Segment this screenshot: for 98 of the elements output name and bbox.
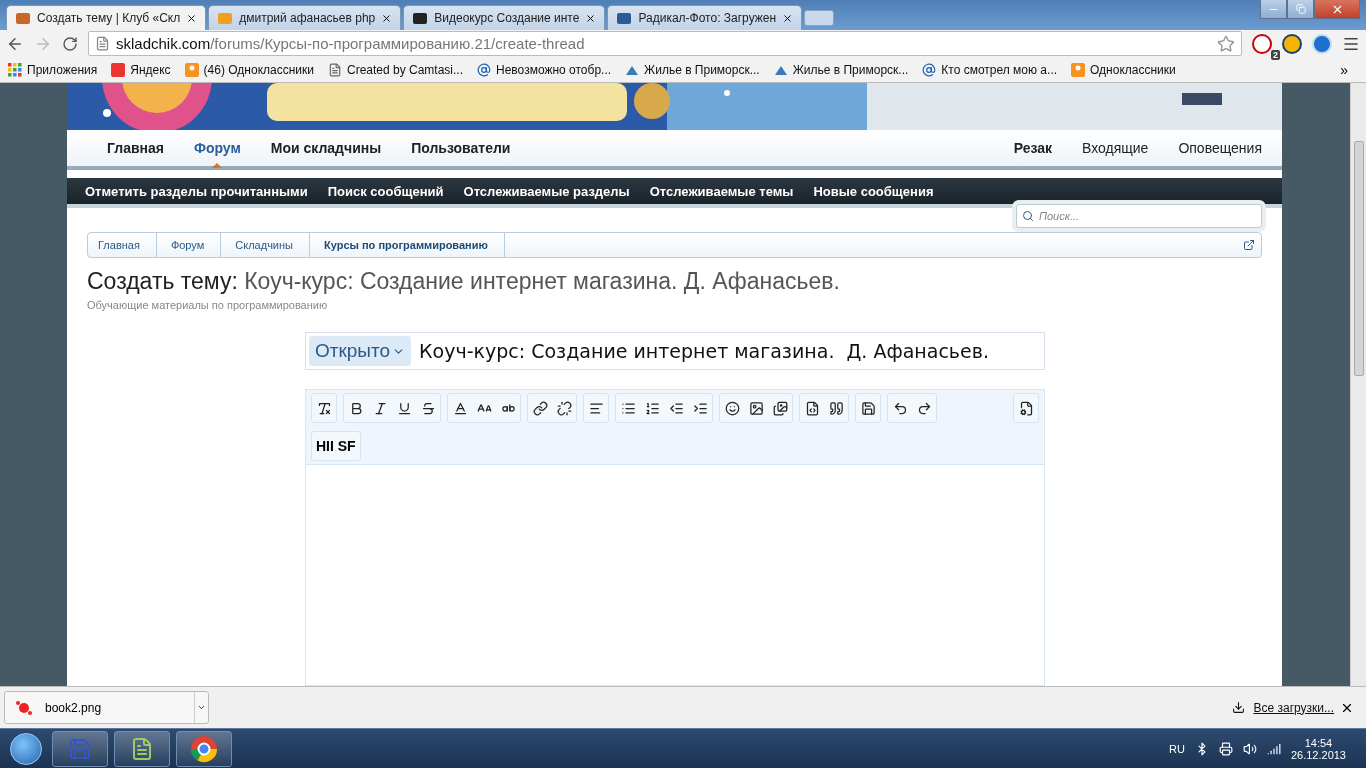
- notepad-icon: [130, 736, 154, 761]
- volume-icon[interactable]: [1242, 741, 1257, 756]
- favicon-icon: [15, 10, 31, 26]
- save-button[interactable]: [855, 393, 881, 423]
- at-sign-icon: [477, 62, 491, 77]
- remove-format-button[interactable]: [311, 393, 337, 423]
- close-icon[interactable]: [585, 12, 597, 24]
- bookmark-label[interactable]: Яндекс: [130, 62, 171, 77]
- bookmark[interactable]: Приложения: [8, 62, 98, 77]
- restore-icon: [1295, 4, 1306, 14]
- extension-icon[interactable]: [1282, 33, 1302, 54]
- breadcrumb-link[interactable]: Складчины: [235, 232, 310, 258]
- signal-icon[interactable]: [1266, 741, 1281, 756]
- active-marker-icon: [212, 163, 223, 168]
- taskbar-app[interactable]: [114, 730, 170, 767]
- external-link-icon[interactable]: [1243, 239, 1255, 251]
- search-icon: [1022, 210, 1034, 222]
- favicon-icon: [412, 10, 429, 26]
- sub-nav-link[interactable]: Отслеживаемые темы: [649, 183, 794, 199]
- page-icon: [95, 36, 110, 51]
- at-sign-icon: [922, 62, 937, 77]
- source-mode-button[interactable]: [1013, 393, 1039, 423]
- taskbar-app[interactable]: [176, 730, 232, 767]
- bookmark-label[interactable]: Приложения: [27, 62, 98, 77]
- redo-icon: [916, 400, 932, 416]
- align-left-icon: [588, 400, 604, 416]
- browser-icon: [190, 734, 218, 763]
- minimize-button[interactable]: [1260, 0, 1287, 19]
- sub-nav-link[interactable]: Поиск сообщений: [327, 183, 444, 199]
- user-link[interactable]: Резак: [1013, 140, 1052, 156]
- indent-icon: [692, 400, 708, 416]
- prefix-dropdown[interactable]: Открыто: [309, 336, 412, 366]
- media-icon: [772, 400, 788, 416]
- save-icon: [860, 400, 876, 416]
- user-link[interactable]: Входящие: [1082, 140, 1149, 156]
- smiley-icon: [724, 400, 740, 416]
- page-icon: [327, 62, 342, 77]
- address-field[interactable]: skladchik.com/forums/Курсы-по-программированию.21/create-thread: [88, 31, 1242, 56]
- close-icon[interactable]: [186, 12, 198, 24]
- reload-icon[interactable]: [62, 35, 78, 52]
- title-field-frame[interactable]: Открыто Коуч-курс: Создание интернет магазина. Д. Афанасьев.: [305, 332, 1045, 370]
- code-icon: [804, 400, 820, 416]
- remove-format-icon: [316, 400, 332, 416]
- nav-tab[interactable]: Пользователи: [411, 140, 511, 156]
- unlink-icon: [556, 400, 572, 416]
- align-left-button[interactable]: [583, 393, 609, 423]
- strikethrough-icon: [420, 400, 436, 416]
- bookmark[interactable]: Яндекс: [111, 62, 171, 77]
- numbered-list-icon: [644, 400, 660, 416]
- underline-icon: [396, 400, 412, 416]
- file-gear-icon: [1018, 400, 1034, 416]
- sub-nav-link[interactable]: Отслеживаемые разделы: [463, 183, 630, 199]
- apps-icon: [8, 62, 22, 77]
- browser-tab[interactable]: Радикал-Фото: Загружен: [607, 5, 803, 30]
- favicon-icon: [217, 10, 234, 26]
- clock[interactable]: 14:54 26.12.2013: [1290, 736, 1346, 761]
- font-color-icon: [452, 400, 468, 416]
- maximize-button[interactable]: [1287, 0, 1314, 19]
- nav-tab[interactable]: Главная: [107, 140, 164, 156]
- editor-area[interactable]: HII SF: [305, 389, 1045, 686]
- all-downloads-link[interactable]: Все загрузки...: [1232, 700, 1334, 715]
- italic-icon: [372, 400, 388, 416]
- bookmark-label[interactable]: Одноклассники: [1090, 62, 1176, 77]
- browser-tab[interactable]: Видеокурс Создание инте: [403, 5, 606, 30]
- language-indicator[interactable]: RU: [1169, 742, 1185, 755]
- breadcrumb-link[interactable]: Форум: [170, 232, 222, 258]
- nav-tab[interactable]: Мои складчины: [270, 140, 382, 156]
- title-field[interactable]: Коуч-курс: Создание интернет магазина. Д. Афанасьев.: [417, 339, 1041, 363]
- custom-button[interactable]: HII SF: [311, 431, 361, 461]
- browser-tab[interactable]: дмитрий афанасьев php: [208, 5, 402, 30]
- sub-nav-link[interactable]: Отметить разделы прочитанными: [85, 183, 308, 199]
- image-icon: [748, 400, 764, 416]
- favicon-icon: [616, 10, 633, 26]
- close-icon[interactable]: [381, 12, 393, 24]
- nav-tab[interactable]: Форум: [193, 140, 241, 156]
- device-icon[interactable]: [1218, 741, 1233, 756]
- page-title: Создать тему: Коуч-курс: Создание интернет магазина. Д. Афанасьев.: [87, 268, 841, 295]
- download-item[interactable]: book2.png: [4, 691, 209, 724]
- bullet-list-icon: [620, 400, 636, 416]
- bookmark-star-icon[interactable]: [1217, 34, 1235, 53]
- caret-icon: [197, 703, 206, 712]
- undo-icon: [892, 400, 908, 416]
- search-field[interactable]: Поиск...: [1016, 204, 1262, 228]
- splat-icon: [15, 698, 33, 717]
- extension-badge: 2: [1271, 49, 1280, 60]
- link-icon: [532, 400, 548, 416]
- download-icon: [1232, 701, 1246, 714]
- breadcrumb-link[interactable]: Главная: [98, 232, 157, 258]
- outdent-icon: [668, 400, 684, 416]
- page-subtitle: Обучающие материалы по программированию: [87, 299, 329, 311]
- quote-icon: [828, 400, 844, 416]
- more-bookmarks-button[interactable]: »: [1340, 61, 1358, 78]
- browser-tab[interactable]: Создать тему | Клуб «Скл: [6, 5, 207, 30]
- breadcrumb-link[interactable]: Курсы по программированию: [324, 232, 505, 258]
- close-icon[interactable]: [782, 12, 794, 24]
- sub-nav-link[interactable]: Новые сообщения: [813, 183, 934, 199]
- bookmark[interactable]: Одноклассники: [1071, 62, 1176, 77]
- user-link[interactable]: Оповещения: [1178, 140, 1262, 156]
